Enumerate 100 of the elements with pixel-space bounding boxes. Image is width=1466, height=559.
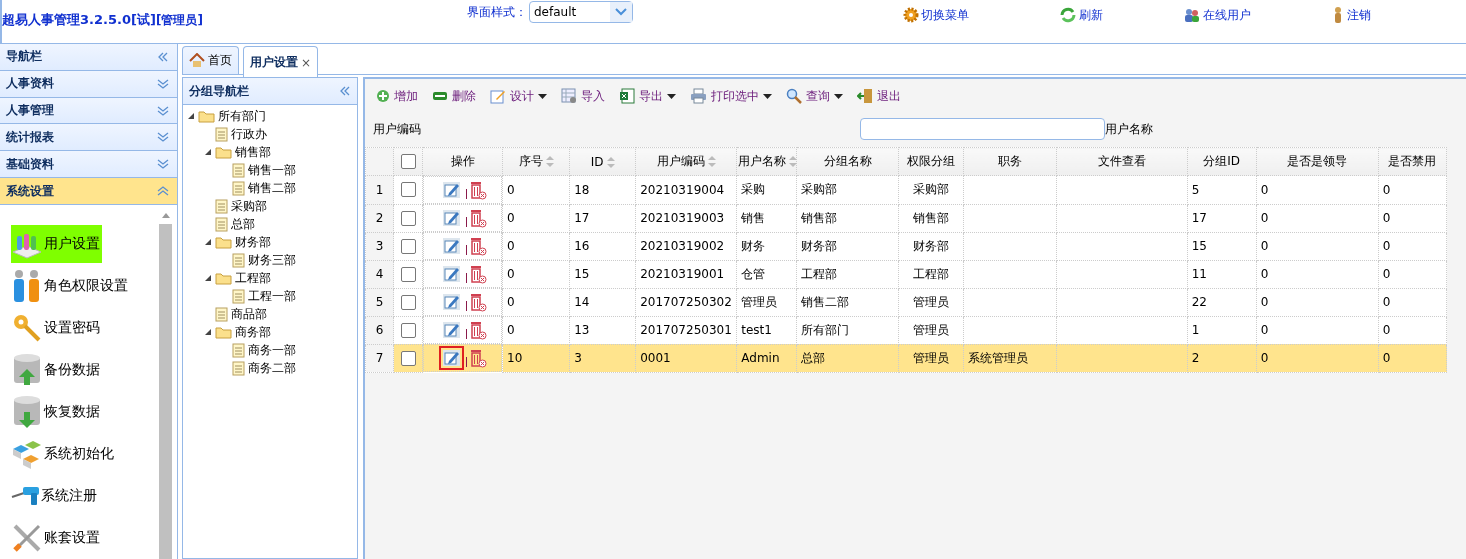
column-header[interactable]: 序号 [502, 147, 570, 176]
tree-item[interactable]: 销售二部 [248, 179, 296, 197]
table-cell: 15 [1187, 232, 1257, 260]
menu-item[interactable]: 账套设置 [11, 518, 102, 557]
accordion-header[interactable]: 人事管理 [0, 97, 177, 125]
row-checkbox[interactable] [400, 210, 416, 226]
tab[interactable]: 用户设置 × [243, 46, 319, 78]
tree-item[interactable]: 行政办 [231, 125, 267, 143]
column-header[interactable]: 用户编码 [635, 147, 737, 176]
table-cell: 18 [569, 175, 636, 204]
toolbar-button[interactable]: 退出 [857, 87, 901, 105]
delete-trash-icon[interactable] [468, 264, 487, 284]
accordion-header[interactable]: 基础资料 [0, 151, 177, 179]
delete-trash-icon[interactable] [468, 348, 487, 368]
delete-trash-icon[interactable] [468, 180, 487, 200]
tree-item[interactable]: 商务二部 [248, 359, 296, 377]
toolbar-button[interactable]: 删除 [432, 87, 476, 105]
accordion-header[interactable]: 统计报表 [0, 124, 177, 152]
toolbar-button[interactable]: 查询 [786, 87, 843, 105]
drill-icon [11, 485, 40, 506]
expand-triangle-icon[interactable] [204, 238, 212, 246]
database-download-icon [11, 394, 43, 429]
document-icon [215, 126, 228, 142]
scrollbar[interactable] [158, 212, 173, 559]
column-header[interactable]: 是否是领导 [1256, 147, 1379, 176]
row-checkbox[interactable] [400, 350, 416, 366]
tree-item[interactable]: 工程部 [235, 269, 271, 287]
toolbar-button[interactable]: 增加 [376, 87, 418, 105]
menu-item[interactable]: 系统注册 [11, 482, 99, 509]
folder-icon [215, 235, 232, 249]
accordion-header[interactable]: 人事资料 [0, 70, 177, 98]
table-cell: 0001 [635, 344, 737, 372]
table-cell: 16 [569, 232, 636, 260]
toolbar-button[interactable]: 设计 [490, 87, 547, 105]
edit-button[interactable] [438, 346, 464, 370]
toolbar-button[interactable]: 导出 [619, 87, 676, 105]
row-checkbox[interactable] [400, 294, 416, 310]
menu-item[interactable]: 设置密码 [11, 308, 102, 347]
column-header[interactable]: 权限分组 [898, 147, 964, 176]
tree-item[interactable]: 商品部 [231, 305, 267, 323]
close-icon[interactable]: × [301, 55, 312, 70]
menu-item[interactable]: 系统初始化 [11, 435, 116, 472]
delete-trash-icon[interactable] [468, 236, 487, 256]
users-icon [1183, 7, 1201, 23]
table-cell: 采购部 [796, 175, 899, 204]
row-checkbox[interactable] [400, 266, 416, 282]
delete-trash-icon[interactable] [468, 208, 487, 228]
menu-item[interactable]: 备份数据 [11, 349, 102, 390]
menu-item[interactable]: 角色权限设置 [11, 265, 130, 306]
expand-triangle-icon[interactable] [204, 148, 212, 156]
expand-triangle-icon[interactable] [187, 112, 195, 120]
collapse-icon[interactable] [157, 51, 169, 62]
caret-icon [763, 93, 772, 99]
column-header[interactable]: 职务 [963, 147, 1057, 176]
column-header[interactable]: ID [569, 147, 636, 176]
accordion-header[interactable]: 系统设置 [0, 178, 177, 205]
column-header[interactable]: 用户名称 [736, 147, 797, 176]
gear-icon [903, 7, 919, 23]
document-icon [215, 306, 228, 322]
expand-triangle-icon[interactable] [204, 274, 212, 282]
header-link[interactable]: 注销 [1331, 6, 1371, 24]
edit-icon [442, 266, 460, 282]
tree-item[interactable]: 财务三部 [248, 251, 296, 269]
tree-item[interactable]: 商务一部 [248, 341, 296, 359]
row-number: 3 [365, 232, 394, 260]
expand-triangle-icon[interactable] [204, 328, 212, 336]
style-select[interactable]: default [529, 1, 633, 23]
select-all-checkbox[interactable] [400, 154, 416, 169]
tree-item[interactable]: 总部 [231, 215, 255, 233]
tree-item[interactable]: 商务部 [235, 323, 271, 341]
column-header[interactable]: 操作 [422, 147, 503, 176]
toolbar-button[interactable]: 导入 [561, 87, 605, 105]
toolbar-button[interactable]: 打印选中 [690, 87, 772, 105]
menu-item[interactable]: 用户设置 [11, 224, 102, 263]
tree-item[interactable]: 财务部 [235, 233, 271, 251]
input-field[interactable] [860, 118, 1105, 140]
delete-trash-icon[interactable] [468, 292, 487, 312]
row-number: 6 [365, 316, 394, 344]
collapse-icon[interactable] [339, 86, 351, 96]
tree-item[interactable]: 工程一部 [248, 287, 296, 305]
tree-item[interactable]: 销售部 [235, 143, 271, 161]
header-link[interactable]: 在线用户 [1183, 6, 1251, 24]
header-link[interactable]: 刷新 [1059, 6, 1103, 24]
column-header[interactable]: 是否禁用 [1378, 147, 1447, 176]
tree-item[interactable]: 销售一部 [248, 161, 296, 179]
delete-trash-icon[interactable] [468, 320, 487, 340]
tab[interactable]: 首页 [182, 46, 239, 74]
menu-item[interactable]: 恢复数据 [11, 391, 102, 432]
tree-item[interactable]: 采购部 [231, 197, 267, 215]
document-icon [232, 162, 245, 178]
row-checkbox[interactable] [400, 182, 416, 198]
tree-item[interactable]: 所有部门 [218, 107, 266, 125]
row-checkbox[interactable] [400, 238, 416, 254]
column-header[interactable]: 分组ID [1187, 147, 1257, 176]
edit-icon [490, 88, 506, 104]
column-header[interactable]: 文件查看 [1056, 147, 1188, 176]
header-link[interactable]: 切换菜单 [903, 6, 969, 24]
edit-icon [442, 350, 460, 366]
column-header[interactable]: 分组名称 [796, 147, 899, 176]
row-checkbox[interactable] [400, 322, 416, 338]
